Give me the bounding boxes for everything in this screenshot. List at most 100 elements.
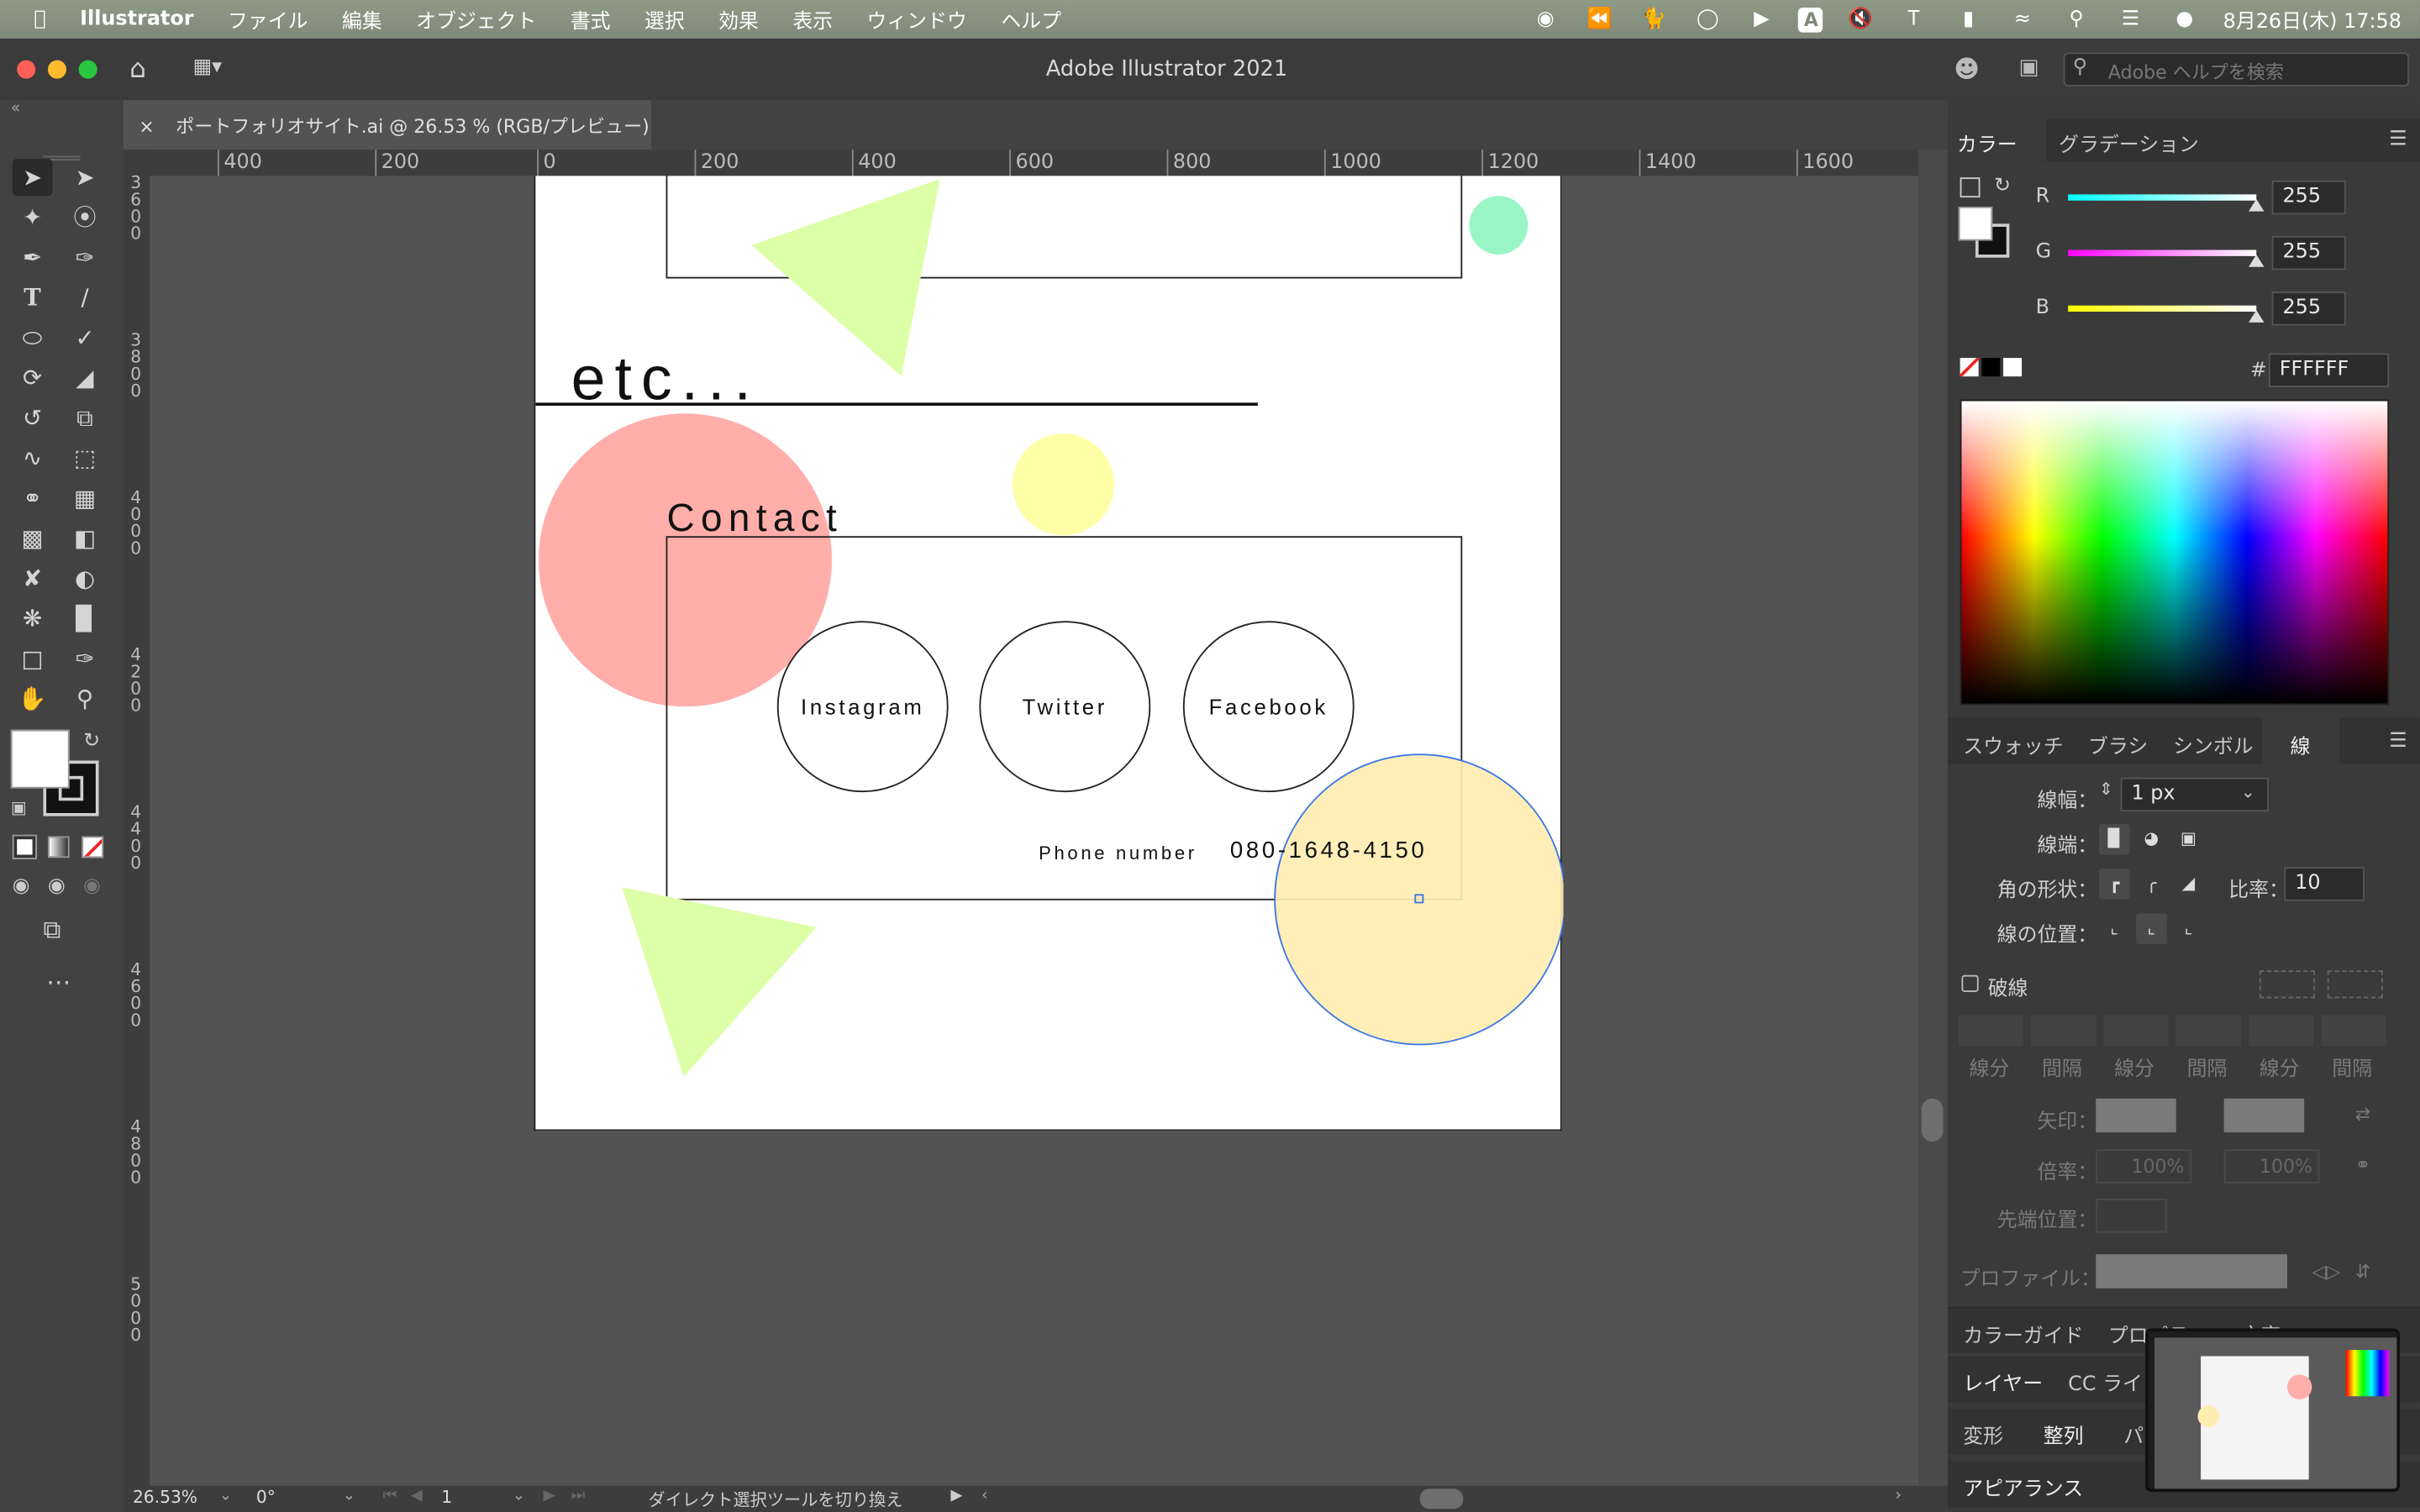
paintbrush-tool-icon[interactable]: ✓	[65, 319, 105, 356]
bluetooth-icon[interactable]: Ꭲ	[1897, 8, 1931, 31]
zoom-tool-icon[interactable]: ⚲	[65, 680, 105, 717]
butt-cap-icon[interactable]: ▉	[2098, 823, 2130, 855]
b-value-input[interactable]: 255	[2271, 291, 2346, 326]
flip-horizontal-icon[interactable]: ◁▷	[2312, 1261, 2340, 1283]
help-search-input[interactable]: ⚲ Adobe ヘルプを検索	[2063, 52, 2410, 87]
mint-circle[interactable]	[1469, 196, 1528, 255]
scroll-left-icon[interactable]: ‹	[981, 1488, 987, 1504]
menu-select[interactable]: 選択	[644, 5, 685, 34]
white-swatch[interactable]	[2003, 358, 2023, 377]
rewind-icon[interactable]: ⏪	[1582, 8, 1616, 31]
eraser-tool-icon[interactable]: ◢	[65, 360, 105, 396]
mute-icon[interactable]: 🔇	[1844, 8, 1877, 31]
tab-color-guide[interactable]: カラーガイド	[1963, 1319, 2083, 1349]
tab-gradient[interactable]: グラデーション	[2059, 128, 2199, 158]
none-mode-icon[interactable]	[82, 836, 104, 858]
chevron-down-icon[interactable]: ⌄	[513, 1488, 525, 1504]
tab-stroke[interactable]: 線	[2262, 717, 2340, 764]
round-join-icon[interactable]: ╭	[2135, 869, 2167, 900]
b-slider-thumb[interactable]	[2249, 310, 2265, 323]
record-icon[interactable]: ◯	[1691, 8, 1724, 31]
width-profile-select[interactable]	[2096, 1254, 2287, 1289]
siri-icon[interactable]: ●	[2168, 8, 2202, 31]
tab-appearance[interactable]: アピアランス	[1963, 1472, 2083, 1502]
last-artboard-icon[interactable]: ⏭	[571, 1488, 586, 1504]
perspective-grid-tool-icon[interactable]: ▦	[65, 480, 105, 517]
free-transform-tool-icon[interactable]: ⬚	[65, 439, 105, 476]
color-spectrum-picker[interactable]	[1960, 399, 2390, 706]
status-menu-arrow-icon[interactable]: ▶	[950, 1488, 962, 1504]
creative-cloud-icon[interactable]: ◉	[1528, 8, 1562, 31]
r-slider-track[interactable]	[2068, 194, 2257, 201]
shaper-tool-icon[interactable]: ⟳	[13, 360, 53, 396]
menu-effect[interactable]: 効果	[718, 5, 759, 34]
draw-inside-icon[interactable]: ◉	[83, 874, 101, 898]
cat-icon[interactable]: 🐈	[1637, 8, 1670, 31]
align-inside-icon[interactable]: ⌞	[2135, 913, 2167, 945]
gradient-tool-icon[interactable]: ◧	[65, 520, 105, 557]
vertical-ruler[interactable]: 3600 3800 4000 4200 4400 4600 4800 5000	[123, 150, 150, 1486]
magic-wand-tool-icon[interactable]: ✦	[13, 199, 53, 236]
type-tool-icon[interactable]: T	[13, 279, 53, 316]
start-arrowhead-select[interactable]	[2096, 1098, 2176, 1133]
ellipse-tool-icon[interactable]: ⬭	[13, 319, 53, 356]
orange-circle-selected[interactable]	[1274, 753, 1564, 1046]
rotate-tool-icon[interactable]: ↺	[13, 400, 53, 437]
lasso-tool-icon[interactable]: ⦿	[65, 199, 105, 236]
default-fill-stroke-icon[interactable]: ▣	[11, 798, 27, 818]
swap-arrows-icon[interactable]: ⇄	[2355, 1103, 2370, 1125]
tab-transform[interactable]: 変形	[1963, 1420, 2003, 1449]
menu-object[interactable]: オブジェクト	[416, 5, 536, 34]
start-scale-input[interactable]: 100%	[2096, 1149, 2192, 1184]
stroke-width-stepper-icon[interactable]: ⇕	[2099, 780, 2113, 800]
panel-fill-swatch[interactable]	[1958, 207, 1993, 241]
horizontal-ruler[interactable]: 400 200 0 200 400 600 800 1000 1200 1400…	[123, 150, 1948, 176]
apple-icon[interactable]: 	[34, 8, 45, 31]
menu-file[interactable]: ファイル	[228, 5, 308, 34]
zoom-level-select[interactable]: 26.53%	[133, 1488, 223, 1511]
symbol-sprayer-tool-icon[interactable]: ❋	[13, 600, 53, 637]
miter-ratio-input[interactable]: 10	[2284, 867, 2365, 901]
gap-1-input[interactable]	[2031, 1015, 2096, 1047]
panel-toggle-icon[interactable]: ▣	[2018, 55, 2039, 80]
artboard[interactable]: etc... Contact Instagram Twitter Faceboo…	[534, 176, 1564, 1131]
tab-align[interactable]: 整列	[2044, 1420, 2084, 1449]
rotation-select[interactable]: 0°	[256, 1488, 334, 1511]
gradient-mode-icon[interactable]	[47, 836, 70, 858]
twitter-label[interactable]: Twitter	[980, 695, 1150, 719]
black-swatch[interactable]	[1981, 358, 2001, 377]
draw-behind-icon[interactable]: ◉	[48, 874, 66, 898]
scale-tool-icon[interactable]: ⧉	[65, 400, 105, 437]
r-value-input[interactable]: 255	[2271, 180, 2346, 215]
gap-3-input[interactable]	[2321, 1015, 2386, 1047]
blend-tool-icon[interactable]: ◐	[65, 560, 105, 597]
none-swatch[interactable]	[1960, 358, 1979, 377]
miter-join-icon[interactable]: ┏	[2098, 869, 2130, 900]
align-outside-icon[interactable]: ⌞	[2173, 913, 2204, 945]
eyedropper-tool-icon[interactable]: ✘	[13, 560, 53, 597]
control-center-icon[interactable]: ☰	[2113, 8, 2147, 31]
tab-swatches[interactable]: スウォッチ	[1963, 730, 2063, 759]
dash-preserve-icon[interactable]	[2259, 970, 2316, 999]
swap-fill-stroke-icon[interactable]: ↻	[83, 730, 100, 753]
color-mode-icon[interactable]	[12, 834, 38, 860]
g-slider-track[interactable]	[2068, 249, 2257, 256]
dash-2-input[interactable]	[2103, 1015, 2169, 1047]
instagram-label[interactable]: Instagram	[778, 695, 948, 719]
r-slider-thumb[interactable]	[2249, 198, 2265, 212]
facebook-label[interactable]: Facebook	[1184, 695, 1354, 719]
projecting-cap-icon[interactable]: ▣	[2173, 823, 2204, 855]
menu-view[interactable]: 表示	[792, 5, 833, 34]
next-artboard-icon[interactable]: ▶	[544, 1488, 555, 1504]
dash-3-input[interactable]	[2249, 1015, 2314, 1047]
shape-builder-tool-icon[interactable]: ⚭	[13, 480, 53, 517]
more-tools-icon[interactable]: ⋯	[46, 968, 71, 997]
chevron-down-icon[interactable]: ⌄	[2241, 782, 2255, 802]
hand-tool-icon[interactable]: ✋	[13, 680, 53, 717]
mesh-tool-icon[interactable]: ▩	[13, 520, 53, 557]
panel-menu-icon[interactable]: ☰	[2389, 730, 2407, 753]
selection-tool-icon[interactable]: ➤	[12, 159, 53, 197]
menu-edit[interactable]: 編集	[342, 5, 382, 34]
menu-app-name[interactable]: Illustrator	[80, 8, 193, 31]
link-scale-icon[interactable]: ⚭	[2355, 1154, 2370, 1176]
